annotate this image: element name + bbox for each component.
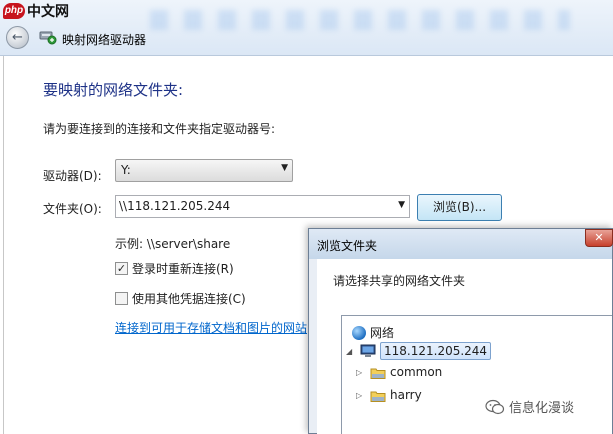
window-title: 映射网络驱动器 (62, 33, 147, 47)
watermark-text: 信息化漫谈 (509, 401, 575, 416)
php-logo-mark: php (3, 3, 25, 19)
other-credentials-label: 使用其他凭据连接(C) (132, 292, 246, 306)
title-bar: php 中文网 ← 映射网络驱动器 (0, 0, 613, 56)
collapsed-toggle-icon[interactable]: ▷ (356, 391, 366, 400)
network-globe-icon (352, 325, 366, 340)
reconnect-label: 登录时重新连接(R) (132, 262, 234, 276)
back-arrow-icon: ← (12, 30, 23, 45)
tree-item-network[interactable]: 网络 (352, 324, 394, 341)
browse-button[interactable]: 浏览(B)... (417, 194, 502, 221)
folder-label: 文件夹(O): (43, 202, 102, 216)
browse-prompt: 请选择共享的网络文件夹 (333, 274, 466, 288)
page-heading: 要映射的网络文件夹: (43, 81, 184, 99)
watermark: 信息化漫谈 (485, 397, 574, 416)
folder-path-value: \\118.121.205.244 (119, 199, 231, 213)
back-button[interactable]: ← (6, 26, 29, 49)
drive-letter-select[interactable]: Y: ▼ (115, 159, 293, 182)
tree-item-common[interactable]: ▷ common (356, 365, 442, 379)
tree-item-label: 118.121.205.244 (380, 342, 492, 360)
tree-item-harry[interactable]: ▷ harry (356, 388, 422, 402)
tree-item-label: common (390, 365, 443, 379)
drive-label: 驱动器(D): (43, 169, 102, 183)
computer-icon (360, 344, 376, 357)
expanded-toggle-icon[interactable]: ◢ (346, 347, 356, 356)
reconnect-checkbox[interactable]: ✓ (115, 262, 128, 275)
reconnect-option[interactable]: ✓ 登录时重新连接(R) (115, 260, 234, 277)
chevron-down-icon: ▼ (281, 163, 288, 173)
wechat-icon (485, 399, 505, 414)
folder-path-input[interactable]: \\118.121.205.244 ▼ (115, 195, 410, 218)
shared-folder-icon (370, 391, 386, 402)
logo-text: 中文网 (27, 4, 69, 20)
other-credentials-checkbox[interactable] (115, 292, 128, 305)
close-button[interactable]: ✕ (585, 229, 613, 247)
website-connect-link[interactable]: 连接到可用于存储文档和图片的网站 (115, 319, 307, 336)
instruction-text: 请为要连接到的连接和文件夹指定驱动器号: (43, 122, 276, 136)
shared-folder-icon (370, 368, 386, 379)
browse-dialog-title: 浏览文件夹 (317, 239, 378, 253)
browse-dialog-titlebar: 浏览文件夹 ✕ (309, 229, 613, 259)
collapsed-toggle-icon[interactable]: ▷ (356, 368, 366, 377)
dialog-left-border (3, 56, 4, 434)
tree-item-label: harry (390, 388, 422, 402)
other-credentials-option[interactable]: 使用其他凭据连接(C) (115, 290, 246, 307)
site-logo: php 中文网 (3, 2, 69, 20)
folder-tree[interactable]: 网络 ◢ 118.121.205.244 ▷ common ▷ harry (341, 315, 612, 434)
chevron-down-icon: ▼ (398, 200, 405, 210)
tree-item-server[interactable]: ◢ 118.121.205.244 (346, 342, 492, 360)
blurred-toolbar-region (150, 10, 570, 30)
example-text: 示例: \\server\share (115, 237, 231, 251)
drive-letter-value: Y: (121, 163, 131, 177)
tree-item-label: 网络 (370, 326, 395, 340)
close-icon: ✕ (594, 231, 604, 244)
network-drive-icon (39, 31, 57, 45)
